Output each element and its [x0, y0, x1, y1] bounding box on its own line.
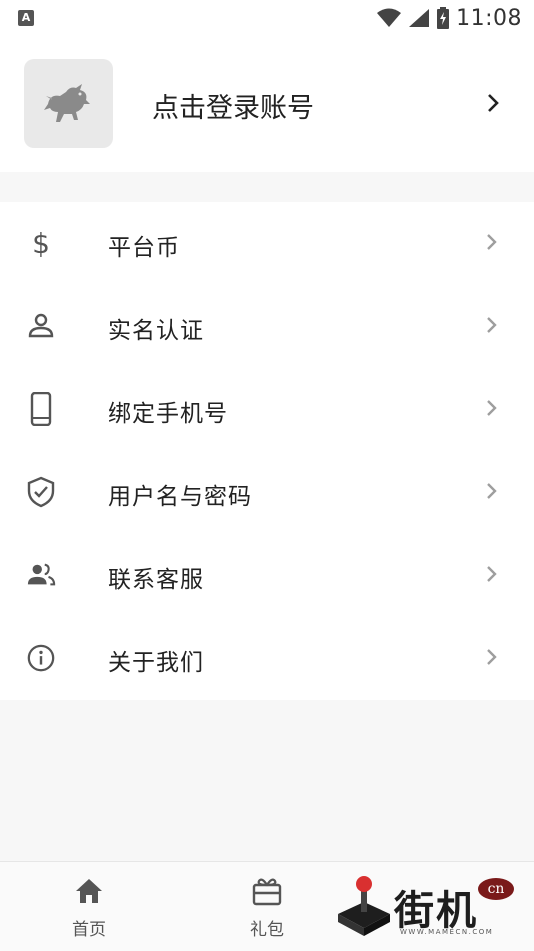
menu-item-customer-service[interactable]: 联系客服: [0, 534, 534, 617]
home-icon: [76, 879, 102, 903]
tab-gift[interactable]: 礼包: [222, 862, 312, 951]
tab-label: 礼包: [250, 920, 284, 940]
chevron-right-icon: [488, 94, 499, 112]
joystick-icon: [338, 876, 390, 936]
gift-icon: [252, 878, 282, 906]
menu-item-real-name-verification[interactable]: 实名认证: [0, 285, 534, 368]
tab-label: 首页: [72, 920, 106, 940]
settings-menu: $ 平台币 实名认证 绑定手机号 用户名与密码 联系客服 关于我们: [0, 202, 534, 700]
menu-item-username-password[interactable]: 用户名与密码: [0, 451, 534, 534]
dollar-icon: $: [26, 228, 56, 258]
status-icons: 11:08: [376, 5, 522, 31]
menu-item-label: 关于我们: [108, 650, 204, 676]
login-row[interactable]: 点击登录账号: [0, 36, 534, 172]
menu-item-label: 联系客服: [108, 567, 204, 593]
signal-icon: [409, 9, 430, 27]
phone-icon: [26, 392, 56, 426]
login-label: 点击登录账号: [152, 93, 314, 124]
chevron-right-icon: [487, 400, 497, 416]
person-icon: [26, 311, 56, 341]
menu-item-bind-phone[interactable]: 绑定手机号: [0, 368, 534, 451]
watermark-url: WWW.MAMECN.COM: [400, 928, 494, 936]
menu-item-label: 绑定手机号: [108, 401, 228, 427]
watermark-badge: cn: [478, 878, 514, 900]
wifi-icon: [377, 8, 402, 27]
chevron-right-icon: [487, 234, 497, 250]
menu-item-label: 平台币: [108, 235, 180, 261]
battery-charging-icon: [437, 7, 450, 29]
menu-item-platform-coin[interactable]: $ 平台币: [0, 202, 534, 285]
svg-text:$: $: [32, 228, 50, 258]
chevron-right-icon: [487, 317, 497, 333]
menu-item-label: 用户名与密码: [108, 484, 252, 510]
status-bar: A 11:08: [0, 0, 534, 36]
people-icon: [26, 560, 56, 590]
clock: 11:08: [456, 5, 522, 31]
unicorn-logo-icon: [43, 83, 90, 122]
info-icon: [26, 643, 56, 673]
watermark-logo: 街机 cn WWW.MAMECN.COM: [330, 868, 526, 946]
app-notification-icon: A: [18, 10, 34, 26]
chevron-right-icon: [487, 483, 497, 499]
menu-item-about-us[interactable]: 关于我们: [0, 617, 534, 700]
avatar[interactable]: [24, 59, 113, 148]
shield-check-icon: [26, 476, 56, 508]
chevron-right-icon: [487, 566, 497, 582]
menu-item-label: 实名认证: [108, 318, 204, 344]
chevron-right-icon: [487, 649, 497, 665]
tab-home[interactable]: 首页: [44, 862, 134, 951]
